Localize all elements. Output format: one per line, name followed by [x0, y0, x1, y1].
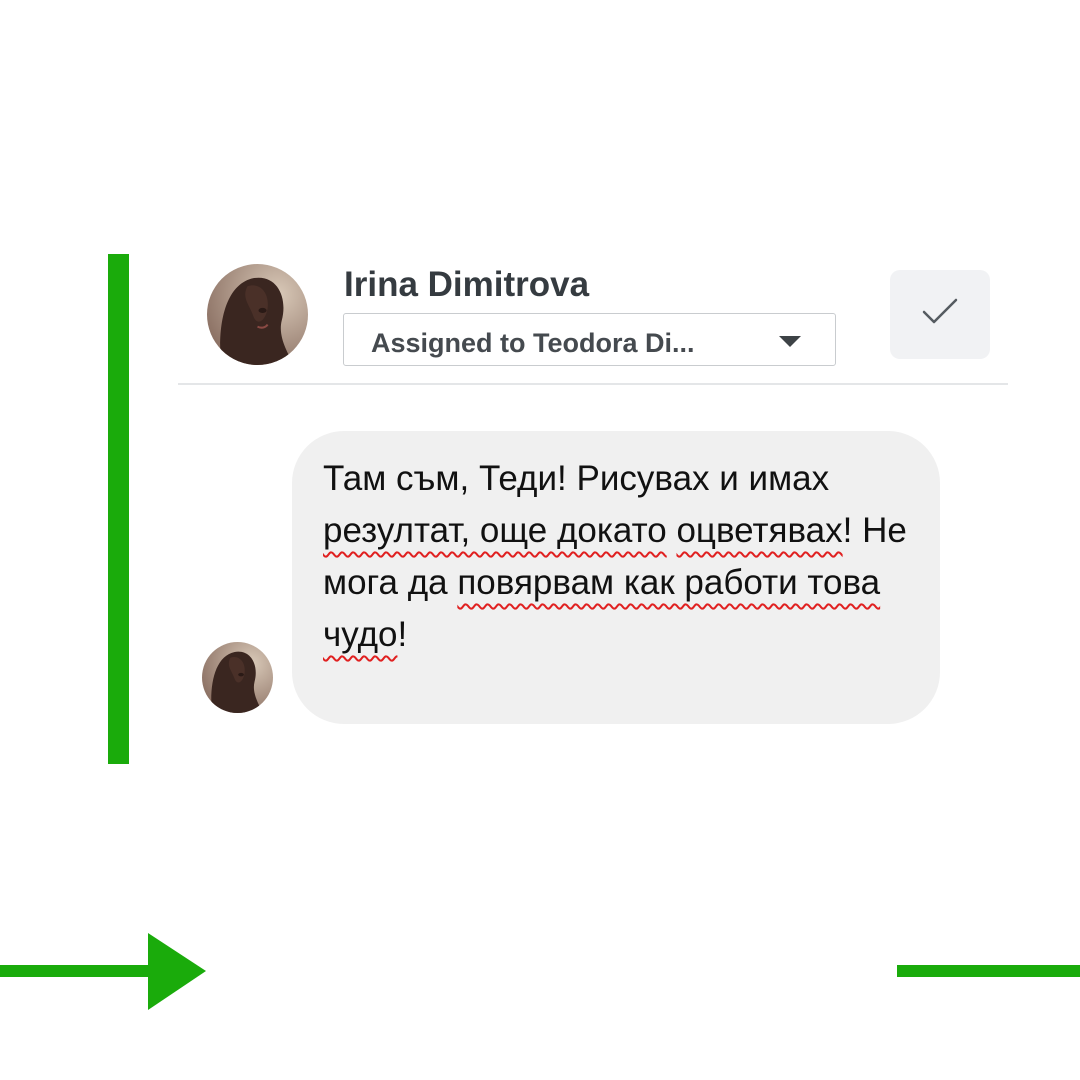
assignment-dropdown[interactable]: Assigned to Teodora Di... [343, 313, 836, 366]
arrow-right-icon [0, 933, 206, 1010]
assignment-label: Assigned to Teodora Di... [371, 328, 695, 358]
avatar-photo-icon [207, 264, 308, 365]
header-divider [178, 383, 1008, 385]
sender-name: Irina Dimitrova [344, 265, 590, 304]
avatar-photo-icon [202, 642, 273, 713]
sender-avatar[interactable] [207, 264, 308, 365]
check-icon [922, 298, 958, 324]
caret-down-icon [779, 336, 801, 347]
mark-done-button[interactable] [890, 270, 990, 359]
message-segment-misspelled[interactable]: оцветявах [676, 511, 842, 550]
message-avatar[interactable] [202, 642, 273, 713]
flow-line [897, 965, 1080, 977]
message-segment: Там съм, Теди! Рисувах и имах [323, 459, 830, 498]
message-segment-misspelled[interactable]: повярвам как работи това [457, 563, 880, 602]
message-segment: ! [397, 615, 408, 654]
message-segment [667, 511, 677, 550]
message-bubble[interactable]: Там съм, Теди! Рисувах и имах резултат, … [292, 431, 940, 724]
message-segment-misspelled[interactable]: резултат, още докато [323, 511, 667, 550]
message-segment-misspelled[interactable]: чудо [323, 615, 397, 654]
message-text: Там съм, Теди! Рисувах и имах резултат, … [323, 453, 940, 661]
accent-bar [108, 254, 129, 764]
